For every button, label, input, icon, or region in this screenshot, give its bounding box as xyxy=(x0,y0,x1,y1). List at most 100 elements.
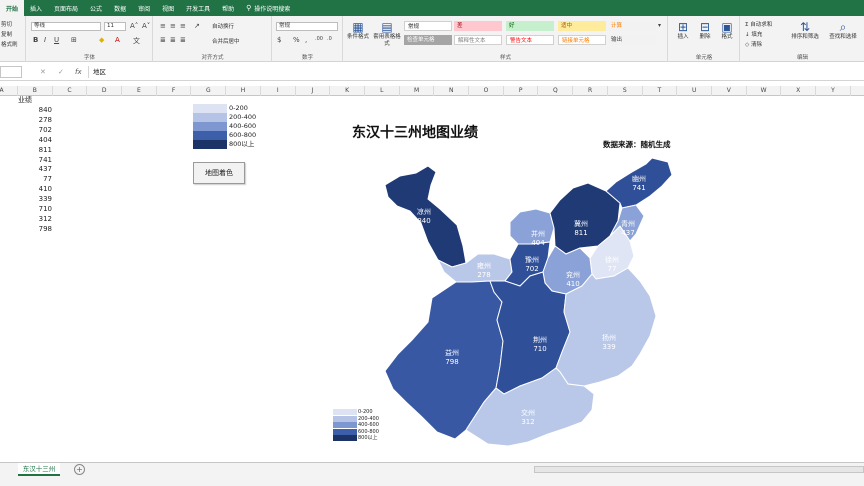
cell-style-item[interactable]: 差 xyxy=(454,21,502,31)
cell-style-item[interactable]: 警告文本 xyxy=(506,35,554,45)
find-select-button[interactable]: ⌕ 查找和选择 xyxy=(824,20,862,41)
column-header[interactable]: B xyxy=(18,86,53,96)
underline-icon[interactable]: U xyxy=(54,36,59,44)
column-header[interactable]: R xyxy=(573,86,608,96)
cell-style-item[interactable]: 检查单元格 xyxy=(404,35,452,45)
delete-cells-button[interactable]: ⊟ 删除 xyxy=(694,20,716,41)
tab-page-layout[interactable]: 页面布局 xyxy=(48,0,84,16)
column-header[interactable]: V xyxy=(712,86,747,96)
number-format-select[interactable]: 常规 xyxy=(276,22,338,31)
cell-style-item[interactable]: 适中 xyxy=(558,21,606,31)
column-header[interactable]: E xyxy=(122,86,157,96)
tab-home[interactable]: 开始 xyxy=(0,0,25,16)
decrease-decimal-icon[interactable]: .0 xyxy=(327,36,332,42)
formula-input[interactable]: 地区 xyxy=(88,66,864,78)
tab-data[interactable]: 数据 xyxy=(108,0,132,16)
cell-style-item[interactable]: 输出 xyxy=(608,35,656,45)
region-value: 741 xyxy=(632,184,645,192)
column-header[interactable]: H xyxy=(226,86,261,96)
column-header[interactable]: W xyxy=(747,86,782,96)
column-header[interactable]: X xyxy=(781,86,817,96)
sheet-tab[interactable]: 东汉十三州 xyxy=(18,463,60,476)
map-regions xyxy=(384,157,673,447)
column-header[interactable]: T xyxy=(643,86,678,96)
increase-font-icon[interactable]: A˄ xyxy=(130,22,138,30)
column-header[interactable]: N xyxy=(434,86,470,96)
align-center-icon[interactable]: ≣ xyxy=(170,36,176,44)
format-cells-button[interactable]: ▣ 格式 xyxy=(716,20,738,41)
clear-button[interactable]: ◇ 清除 xyxy=(745,40,762,48)
column-header[interactable]: L xyxy=(365,86,400,96)
font-name-select[interactable]: 等线 xyxy=(31,22,101,31)
enter-icon[interactable]: ✓ xyxy=(58,66,64,78)
column-header[interactable]: M xyxy=(400,86,435,96)
column-header[interactable]: Y xyxy=(816,86,851,96)
column-header[interactable]: P xyxy=(504,86,539,96)
fill-color-icon[interactable]: ◆ xyxy=(99,36,104,44)
fill-button[interactable]: ↓ 填充 xyxy=(745,30,762,38)
column-header[interactable]: J xyxy=(296,86,331,96)
font-size-select[interactable]: 11 xyxy=(104,22,126,31)
align-left-icon[interactable]: ≣ xyxy=(160,36,166,44)
merge-center-button[interactable]: 合并后居中 xyxy=(212,37,240,45)
bold-icon[interactable]: B xyxy=(33,36,38,44)
ribbon-tabs: 开始 插入 页面布局 公式 数据 审阅 视图 开发工具 帮助 ⚲ 操作说明搜索 xyxy=(0,0,864,16)
legend-swatch xyxy=(333,435,357,441)
percent-icon[interactable]: % xyxy=(293,36,300,44)
column-header[interactable]: S xyxy=(608,86,643,96)
column-header[interactable]: K xyxy=(330,86,365,96)
name-box[interactable] xyxy=(0,66,22,78)
worksheet-grid[interactable]: 业绩 840 278 702 404 811 741 437 77 410 339 710 312 79… xyxy=(0,96,864,462)
tab-developer[interactable]: 开发工具 xyxy=(180,0,216,16)
autosum-button[interactable]: Σ 自动求和 xyxy=(745,20,772,28)
tell-me-search[interactable]: ⚲ 操作说明搜索 xyxy=(240,0,296,16)
cut-button[interactable]: 剪切 xyxy=(1,20,12,28)
comma-icon[interactable]: , xyxy=(305,36,307,44)
italic-icon[interactable]: I xyxy=(44,36,46,44)
horizontal-scrollbar[interactable] xyxy=(534,466,864,473)
cell-style-item[interactable]: 解释性文本 xyxy=(454,35,502,45)
cancel-icon[interactable]: ✕ xyxy=(40,66,46,78)
column-header[interactable]: D xyxy=(87,86,123,96)
wrap-text-button[interactable]: 自动换行 xyxy=(212,22,234,30)
align-middle-icon[interactable]: ≡ xyxy=(170,22,176,30)
add-sheet-icon[interactable]: + xyxy=(74,464,85,475)
align-bottom-icon[interactable]: ≡ xyxy=(180,22,186,30)
tab-insert[interactable]: 插入 xyxy=(24,0,48,16)
column-header[interactable]: O xyxy=(469,86,504,96)
tab-view[interactable]: 视图 xyxy=(156,0,180,16)
fx-icon[interactable]: fx xyxy=(75,66,82,78)
align-top-icon[interactable]: ≡ xyxy=(160,22,166,30)
copy-button[interactable]: 复制 xyxy=(1,30,12,38)
decrease-font-icon[interactable]: A˅ xyxy=(142,22,150,30)
column-header[interactable]: G xyxy=(192,86,227,96)
region-name: 雍州 xyxy=(477,261,491,270)
column-header[interactable]: I xyxy=(261,86,296,96)
format-painter-button[interactable]: 格式刷 xyxy=(1,40,18,48)
tab-formulas[interactable]: 公式 xyxy=(84,0,108,16)
increase-decimal-icon[interactable]: .00 xyxy=(315,36,323,42)
conditional-format-button[interactable]: ▦ 条件格式 xyxy=(344,20,372,41)
sort-filter-button[interactable]: ⇅ 排序和筛选 xyxy=(786,20,824,41)
font-color-icon[interactable]: A xyxy=(115,36,120,44)
column-header[interactable]: C xyxy=(53,86,88,96)
align-right-icon[interactable]: ≣ xyxy=(180,36,186,44)
insert-cells-button[interactable]: ⊞ 插入 xyxy=(672,20,694,41)
column-header[interactable]: U xyxy=(677,86,712,96)
tab-review[interactable]: 审阅 xyxy=(132,0,156,16)
column-header[interactable]: Q xyxy=(539,86,574,96)
currency-icon[interactable]: $ xyxy=(277,36,281,44)
column-header[interactable]: A xyxy=(0,86,18,96)
cell-style-item[interactable]: 计算 xyxy=(608,21,656,31)
format-as-table-label: 套用表格格式 xyxy=(373,34,401,47)
tab-help[interactable]: 帮助 xyxy=(216,0,240,16)
format-as-table-button[interactable]: ▤ 套用表格格式 xyxy=(372,20,402,48)
column-header[interactable]: F xyxy=(157,86,192,96)
cell-style-item[interactable]: 链接单元格 xyxy=(558,35,606,45)
orientation-icon[interactable]: ↗ xyxy=(194,22,200,30)
phonetic-icon[interactable]: 文 xyxy=(133,36,140,46)
cell-style-item[interactable]: 好 xyxy=(506,21,554,31)
cell-style-item[interactable]: 常规 xyxy=(404,21,452,31)
border-icon[interactable]: ⊞ xyxy=(71,36,77,44)
gallery-scroll-icon[interactable]: ▾ xyxy=(658,22,661,29)
